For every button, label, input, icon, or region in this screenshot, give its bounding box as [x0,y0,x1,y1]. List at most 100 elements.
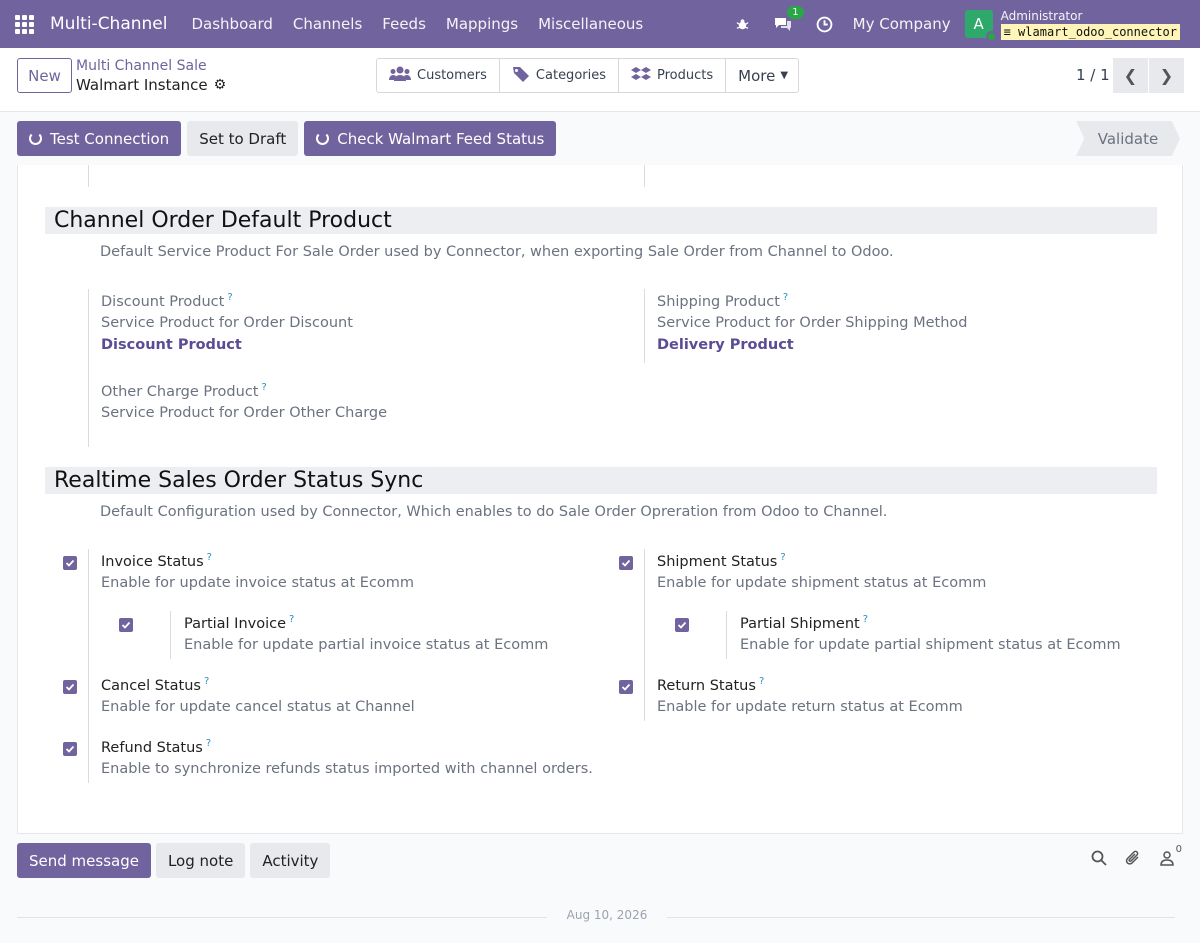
invoice-status-help: Enable for update invoice status at Ecom… [101,575,415,591]
menu-mappings[interactable]: Mappings [436,15,528,33]
record-name: Walmart Instance [76,76,208,94]
activity-clock-icon[interactable] [816,16,833,33]
chevron-right-icon: ❯ [1159,66,1174,85]
cancel-status-label: Cancel Status? [101,676,210,694]
status-validate[interactable]: Validate [1076,121,1180,156]
help-tooltip-icon[interactable]: ? [289,614,294,625]
pager-previous-button[interactable]: ❮ [1113,58,1148,93]
help-tooltip-icon[interactable]: ? [261,382,266,393]
control-panel: New Multi Channel Sale Walmart Instance … [0,48,1200,112]
group-divider [644,549,645,721]
customers-smart-button[interactable]: Customers [377,59,500,92]
help-tooltip-icon[interactable]: ? [227,292,232,303]
partial-shipment-help: Enable for update partial shipment statu… [740,637,1121,653]
products-smart-button[interactable]: Products [619,59,727,92]
messages-icon[interactable]: 1 [774,6,804,32]
send-message-button[interactable]: Send message [17,843,151,878]
shipping-product-field[interactable]: Delivery Product [657,337,794,353]
cancel-status-help: Enable for update cancel status at Chann… [101,699,415,715]
help-tooltip-icon[interactable]: ? [204,676,209,687]
customers-label: Customers [417,68,487,83]
followers-icon[interactable]: 0 [1159,844,1182,870]
activity-button[interactable]: Activity [250,843,331,878]
pager-value[interactable]: 1 / 1 [1076,66,1110,84]
section-title-status-sync: Realtime Sales Order Status Sync [45,467,1157,494]
database-name: ≡ wlamart_odoo_connector [1000,23,1180,40]
company-switcher[interactable]: My Company [853,15,951,33]
user-menu[interactable]: Administrator ≡ wlamart_odoo_connector [1000,9,1180,40]
user-avatar[interactable]: A [964,10,997,42]
followers-count: 0 [1175,844,1182,855]
test-connection-label: Test Connection [50,129,170,148]
set-to-draft-button[interactable]: Set to Draft [187,121,299,156]
refresh-icon [316,132,330,145]
new-button[interactable]: New [17,58,72,93]
categories-smart-button[interactable]: Categories [500,59,619,92]
partial-invoice-checkbox[interactable] [119,618,133,632]
section-description: Default Configuration used by Connector,… [100,504,888,520]
check-feed-label: Check Walmart Feed Status [337,129,545,148]
help-tooltip-icon[interactable]: ? [759,676,764,687]
partial-invoice-label: Partial Invoice? [184,614,295,632]
test-connection-button[interactable]: Test Connection [17,121,182,156]
menu-miscellaneous[interactable]: Miscellaneous [528,15,653,33]
help-tooltip-icon[interactable]: ? [783,292,788,303]
menu-feeds[interactable]: Feeds [372,15,436,33]
log-note-button[interactable]: Log note [155,843,246,878]
check-feed-status-button[interactable]: Check Walmart Feed Status [304,121,557,156]
help-tooltip-icon[interactable]: ? [206,738,211,749]
refund-status-label: Refund Status? [101,738,212,756]
more-label: More [738,66,776,85]
refresh-icon [29,132,42,145]
partial-shipment-checkbox[interactable] [675,618,689,632]
users-icon [389,66,411,86]
search-icon[interactable] [1091,850,1107,870]
form-action-bar: Test Connection Set to Draft Check Walma… [17,121,562,156]
partial-invoice-help: Enable for update partial invoice status… [184,637,549,653]
categories-label: Categories [535,68,606,83]
discount-product-label: Discount Product? [101,292,233,310]
apps-menu-icon[interactable] [0,0,48,48]
help-tooltip-icon[interactable]: ? [780,552,785,563]
gear-icon[interactable]: ⚙ [214,77,227,93]
help-tooltip-icon[interactable]: ? [863,614,868,625]
group-divider [644,165,645,187]
messages-count-badge: 1 [787,6,804,19]
discount-product-field[interactable]: Discount Product [101,337,242,353]
debug-bug-icon[interactable] [735,17,750,32]
partial-shipment-label: Partial Shipment? [740,614,869,632]
menu-dashboard[interactable]: Dashboard [181,15,282,33]
breadcrumb-link[interactable]: Multi Channel Sale [76,58,207,74]
pager-next-button[interactable]: ❯ [1149,58,1184,93]
boxes-icon [631,66,651,86]
refund-status-checkbox[interactable] [63,742,77,756]
group-divider [644,289,645,363]
more-dropdown[interactable]: More ▼ [726,59,798,92]
shipping-product-label: Shipping Product? [657,292,789,310]
group-divider [88,289,89,447]
help-tooltip-icon[interactable]: ? [207,552,212,563]
discount-product-help: Service Product for Order Discount [101,315,353,331]
shipment-status-label: Shipment Status? [657,552,786,570]
group-divider [726,611,727,659]
invoice-status-checkbox[interactable] [63,556,77,570]
return-status-checkbox[interactable] [619,680,633,694]
chatter-toolbar: Send message Log note Activity [17,843,335,878]
shipment-status-checkbox[interactable] [619,556,633,570]
menu-channels[interactable]: Channels [283,15,372,33]
chevron-left-icon: ❮ [1123,66,1138,85]
avatar-letter: A [973,15,984,33]
invoice-status-label: Invoice Status? [101,552,212,570]
paperclip-icon[interactable] [1125,850,1141,870]
app-name[interactable]: Multi-Channel [50,14,167,34]
return-status-label: Return Status? [657,676,765,694]
record-title: Walmart Instance ⚙ [76,76,226,94]
date-separator: Aug 10, 2026 [17,908,1175,926]
group-divider [88,549,89,783]
section-description: Default Service Product For Sale Order u… [100,244,894,260]
section-title-default-product: Channel Order Default Product [45,207,1157,234]
return-status-help: Enable for update return status at Ecomm [657,699,963,715]
cancel-status-checkbox[interactable] [63,680,77,694]
caret-down-icon: ▼ [780,70,789,81]
tag-icon [512,66,530,86]
